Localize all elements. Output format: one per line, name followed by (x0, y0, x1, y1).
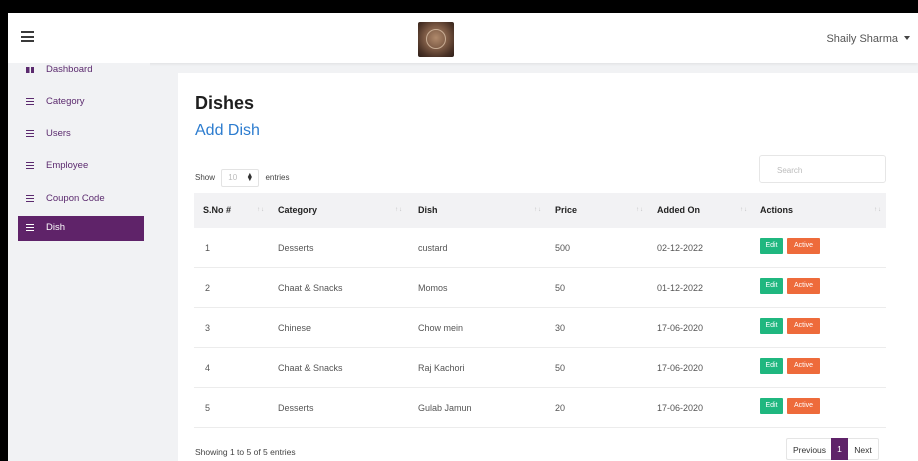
user-name: Shaily Sharma (826, 33, 898, 45)
cell-added-on: 01-12-2022 (657, 283, 704, 293)
sidebar-item-label: Employee (46, 160, 89, 171)
dashboard-icon (26, 67, 34, 73)
cell-added-on: 02-12-2022 (657, 243, 704, 253)
cell-added-on: 17-06-2020 (657, 323, 704, 333)
col-category[interactable]: Category (278, 205, 317, 215)
sidebar-item-dashboard[interactable]: Dashboard (18, 58, 144, 82)
app-frame: Shaily Sharma Dashboard Category Users E… (8, 13, 918, 461)
status-active-button[interactable]: Active (787, 318, 820, 334)
cell-sno: 2 (205, 283, 211, 293)
status-active-button[interactable]: Active (787, 278, 820, 294)
edit-button[interactable]: Edit (760, 318, 783, 334)
sidebar-item-employee[interactable]: Employee (18, 154, 144, 178)
cell-category: Chinese (278, 323, 312, 333)
hamburger-menu-icon[interactable] (21, 31, 34, 42)
sidebar-item-label: Category (46, 96, 85, 107)
table-row: 2 Chaat & Snacks Momos 50 01-12-2022 Edi… (194, 268, 886, 308)
sidebar-item-dish[interactable]: Dish (18, 216, 144, 241)
brand-logo[interactable] (418, 22, 454, 57)
sidebar-item-users[interactable]: Users (18, 122, 144, 146)
table-row: 3 Chinese Chow mein 30 17-06-2020 Edit A… (194, 308, 886, 348)
status-active-button[interactable]: Active (787, 238, 820, 254)
page-title: Dishes (195, 93, 255, 113)
sidebar-item-label: Dish (46, 222, 66, 233)
sort-icon[interactable]: ↑↓ (534, 207, 542, 213)
edit-button[interactable]: Edit (760, 398, 783, 414)
cell-dish: custard (418, 243, 448, 253)
pagination-previous-button[interactable]: Previous (786, 438, 832, 460)
sort-icon[interactable]: ↑↓ (740, 207, 748, 213)
cell-category: Chaat & Snacks (278, 283, 343, 293)
entries-label: entries (265, 173, 290, 183)
caret-down-icon (904, 36, 910, 40)
select-arrows-icon: ▲ ▼ (246, 172, 254, 183)
cell-sno: 3 (205, 323, 211, 333)
cell-price: 50 (555, 283, 566, 293)
entries-select-value: 10 (228, 173, 238, 182)
cell-added-on: 17-06-2020 (657, 363, 704, 373)
show-label: Show (195, 173, 216, 183)
cell-category: Chaat & Snacks (278, 363, 343, 373)
sidebar-item-label: Dashboard (46, 64, 93, 75)
table-row: 1 Desserts custard 500 02-12-2022 Edit A… (194, 228, 886, 268)
sidebar-item-coupon-code[interactable]: Coupon Code (18, 187, 144, 211)
status-active-button[interactable]: Active (787, 398, 820, 414)
cell-category: Desserts (278, 403, 314, 413)
sidebar-item-label: Users (46, 128, 71, 139)
cell-price: 50 (555, 363, 566, 373)
cell-dish: Gulab Jamun (418, 403, 472, 413)
sidebar-item-label: Coupon Code (46, 193, 105, 204)
search-input[interactable]: Search (759, 155, 886, 183)
pagination-next-button[interactable]: Next (848, 438, 879, 460)
col-added-on[interactable]: Added On (657, 205, 700, 215)
entries-length-control: Show 10 ▲ ▼ entries (195, 169, 290, 187)
status-active-button[interactable]: Active (787, 358, 820, 374)
edit-button[interactable]: Edit (760, 278, 783, 294)
list-icon (26, 195, 34, 203)
table-info: Showing 1 to 5 of 5 entries (195, 447, 296, 457)
edit-button[interactable]: Edit (760, 358, 783, 374)
table-row: 5 Desserts Gulab Jamun 20 17-06-2020 Edi… (194, 388, 886, 428)
top-navbar: Shaily Sharma (8, 13, 918, 63)
user-menu[interactable]: Shaily Sharma (826, 33, 910, 45)
col-actions[interactable]: Actions (760, 205, 793, 215)
col-dish[interactable]: Dish (418, 205, 438, 215)
sort-icon[interactable]: ↑↓ (257, 207, 265, 213)
cell-sno: 4 (205, 363, 211, 373)
add-dish-link[interactable]: Add Dish (195, 122, 260, 140)
sort-icon[interactable]: ↑↓ (636, 207, 644, 213)
cell-dish: Raj Kachori (418, 363, 465, 373)
table-row: 4 Chaat & Snacks Raj Kachori 50 17-06-20… (194, 348, 886, 388)
col-price[interactable]: Price (555, 205, 577, 215)
sidebar: Dashboard Category Users Employee Coupon… (8, 63, 150, 461)
cell-dish: Momos (418, 283, 448, 293)
content-card: Dishes Add Dish Show 10 ▲ ▼ entries Search… (178, 73, 918, 461)
list-icon (26, 224, 34, 232)
entries-select[interactable]: 10 ▲ ▼ (221, 169, 260, 187)
cell-price: 30 (555, 323, 566, 333)
cell-category: Desserts (278, 243, 314, 253)
table-header: S.No # ↑↓ Category ↑↓ Dish ↑↓ Price ↑↓ A… (194, 193, 886, 228)
edit-button[interactable]: Edit (760, 238, 783, 254)
cell-price: 500 (555, 243, 571, 253)
cell-added-on: 17-06-2020 (657, 403, 704, 413)
col-sno[interactable]: S.No # (203, 205, 231, 215)
pagination-page-1[interactable]: 1 (831, 438, 848, 460)
list-icon (26, 162, 34, 170)
sidebar-item-category[interactable]: Category (18, 90, 144, 114)
sort-icon[interactable]: ↑↓ (395, 207, 403, 213)
cell-sno: 1 (205, 243, 211, 253)
list-icon (26, 98, 34, 106)
cell-dish: Chow mein (418, 323, 464, 333)
list-icon (26, 130, 34, 138)
cell-sno: 5 (205, 403, 211, 413)
sort-icon[interactable]: ↑↓ (874, 207, 882, 213)
cell-price: 20 (555, 403, 566, 413)
